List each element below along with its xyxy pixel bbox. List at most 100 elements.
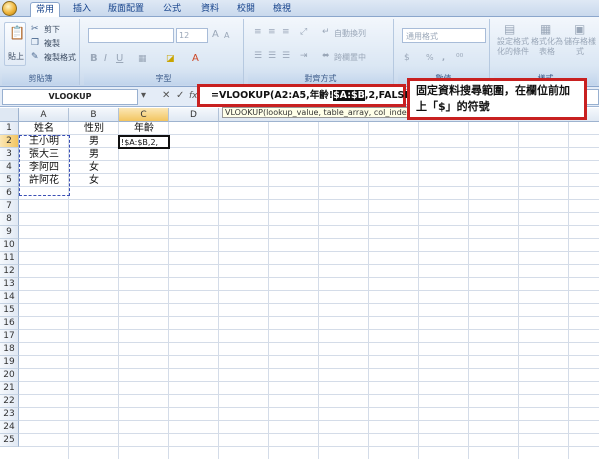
- format-as-table-button[interactable]: 格式化為表格: [530, 37, 564, 57]
- function-arguments-tooltip: VLOOKUP(lookup_value, table_array, col_i…: [222, 107, 408, 118]
- row-header[interactable]: 25: [0, 434, 19, 447]
- cell-styles-button[interactable]: 儲存格樣式: [564, 37, 596, 57]
- align-middle-icon[interactable]: ≡: [268, 27, 276, 37]
- indent-icon[interactable]: ⇥: [300, 51, 308, 61]
- formula-highlight-callout: =VLOOKUP(A2:A5,年齡!$A:$B,2,FALSE): [197, 84, 415, 107]
- row-header[interactable]: 17: [0, 330, 19, 343]
- column-header-b[interactable]: B: [69, 108, 119, 122]
- row-header[interactable]: 22: [0, 395, 19, 408]
- row-header[interactable]: 24: [0, 421, 19, 434]
- row-header[interactable]: 16: [0, 317, 19, 330]
- tab-home[interactable]: 常用: [30, 2, 60, 17]
- name-box[interactable]: VLOOKUP: [2, 89, 138, 105]
- row-header[interactable]: 10: [0, 239, 19, 252]
- merge-center-button[interactable]: 跨欄置中: [334, 52, 366, 63]
- cell-b1[interactable]: 性別: [69, 122, 119, 135]
- reference-range-marquee: [19, 135, 70, 196]
- row-header[interactable]: 6: [0, 187, 19, 200]
- tab-data[interactable]: 資料: [196, 2, 224, 17]
- number-format-box[interactable]: 通用格式: [402, 28, 486, 43]
- row-header[interactable]: 12: [0, 265, 19, 278]
- cell-b4[interactable]: 女: [69, 161, 119, 174]
- enter-icon[interactable]: ✓: [176, 90, 184, 102]
- alignment-group: ≡ ≡ ≡ ⤢ ↵ 自動換列 ☰ ☰ ☰ ⇥ ⬌ 跨欄置中 對齊方式: [248, 19, 394, 85]
- row-header[interactable]: 4: [0, 161, 19, 174]
- tab-page-layout[interactable]: 版面配置: [104, 2, 148, 17]
- border-icon[interactable]: ▦: [138, 54, 147, 64]
- shrink-font-button[interactable]: A: [224, 31, 229, 40]
- number-group: 通用格式 $ % , ⁰⁰ 數值: [398, 19, 490, 85]
- align-right-icon[interactable]: ☰: [282, 51, 290, 61]
- row-header[interactable]: 3: [0, 148, 19, 161]
- cell-styles-icon: ▣: [574, 22, 586, 36]
- percent-button[interactable]: %: [426, 53, 434, 62]
- paste-button[interactable]: 📋 貼上: [4, 22, 26, 66]
- select-all-corner[interactable]: [0, 108, 19, 122]
- cancel-icon[interactable]: ✕: [162, 90, 170, 102]
- column-header-d[interactable]: D: [169, 108, 219, 122]
- cell-c2-editing[interactable]: !$A:$B,2,: [119, 136, 169, 149]
- merge-icon: ⬌: [322, 51, 330, 61]
- row-headers: 1 2 3 4 5 6 7 8 9 10 11 12 13 14 15 16 17 18 19 20 21 22 23 24 2…: [0, 122, 19, 459]
- row-header[interactable]: 1: [0, 122, 19, 135]
- excel-window: 常用 插入 版面配置 公式 資料 校閱 檢視 📋 貼上 ✂ 剪下 ❐ 複製 ✎ …: [0, 0, 599, 459]
- font-size-value: 12: [179, 31, 190, 40]
- row-header[interactable]: 5: [0, 174, 19, 187]
- name-box-dropdown-icon[interactable]: ▾: [141, 90, 146, 102]
- copy-button[interactable]: 複製: [44, 38, 60, 49]
- cell-c1[interactable]: 年齡: [119, 122, 169, 135]
- row-header[interactable]: 18: [0, 343, 19, 356]
- align-top-icon[interactable]: ≡: [254, 27, 262, 37]
- paste-label: 貼上: [8, 52, 24, 61]
- cell-b5[interactable]: 女: [69, 174, 119, 187]
- row-header[interactable]: 11: [0, 252, 19, 265]
- cell-a1[interactable]: 姓名: [19, 122, 69, 135]
- underline-button[interactable]: U: [116, 53, 123, 64]
- row-header[interactable]: 8: [0, 213, 19, 226]
- format-table-icon: ▦: [540, 22, 552, 36]
- align-center-icon[interactable]: ☰: [268, 51, 276, 61]
- cell-b2[interactable]: 男: [69, 135, 119, 148]
- bold-button[interactable]: B: [90, 53, 98, 64]
- tab-formulas[interactable]: 公式: [158, 2, 186, 17]
- clipboard-icon: 📋: [9, 26, 26, 41]
- grow-font-button[interactable]: A: [212, 29, 219, 40]
- tab-insert[interactable]: 插入: [68, 2, 96, 17]
- copy-icon: ❐: [31, 38, 40, 48]
- tab-review[interactable]: 校閱: [232, 2, 260, 17]
- row-header[interactable]: 19: [0, 356, 19, 369]
- font-color-button[interactable]: A: [192, 53, 199, 64]
- tab-view[interactable]: 檢視: [268, 2, 296, 17]
- cut-button[interactable]: 剪下: [44, 24, 60, 35]
- font-name-box[interactable]: [88, 28, 174, 43]
- row-header[interactable]: 2: [0, 135, 19, 148]
- conditional-format-icon: ▤: [504, 22, 516, 36]
- clipboard-group-label: 剪貼簿: [2, 73, 79, 85]
- row-header[interactable]: 15: [0, 304, 19, 317]
- font-size-box[interactable]: 12: [176, 28, 208, 43]
- paintbrush-icon: ✎: [31, 52, 39, 62]
- decimal-icon[interactable]: ⁰⁰: [456, 53, 463, 63]
- row-header[interactable]: 7: [0, 200, 19, 213]
- align-left-icon[interactable]: ☰: [254, 51, 262, 61]
- currency-icon[interactable]: $: [404, 53, 410, 63]
- row-header[interactable]: 23: [0, 408, 19, 421]
- column-header-a[interactable]: A: [19, 108, 69, 122]
- conditional-format-button[interactable]: 設定格式化的條件: [496, 37, 530, 57]
- italic-button[interactable]: I: [104, 53, 107, 64]
- ribbon: 📋 貼上 ✂ 剪下 ❐ 複製 ✎ 複製格式 剪貼簿 12 A A B I U ▦…: [0, 17, 599, 87]
- row-header[interactable]: 20: [0, 369, 19, 382]
- comma-button[interactable]: ,: [442, 53, 445, 62]
- column-header-c[interactable]: C: [119, 108, 169, 122]
- office-button[interactable]: [2, 1, 17, 16]
- row-header[interactable]: 13: [0, 278, 19, 291]
- align-bottom-icon[interactable]: ≡: [282, 27, 290, 37]
- fill-color-icon[interactable]: ◪: [166, 54, 175, 64]
- row-header[interactable]: 21: [0, 382, 19, 395]
- format-painter-button[interactable]: 複製格式: [44, 52, 76, 63]
- wrap-text-button[interactable]: 自動換列: [334, 28, 366, 39]
- row-header[interactable]: 14: [0, 291, 19, 304]
- cell-b3[interactable]: 男: [69, 148, 119, 161]
- row-header[interactable]: 9: [0, 226, 19, 239]
- orientation-icon[interactable]: ⤢: [300, 27, 307, 37]
